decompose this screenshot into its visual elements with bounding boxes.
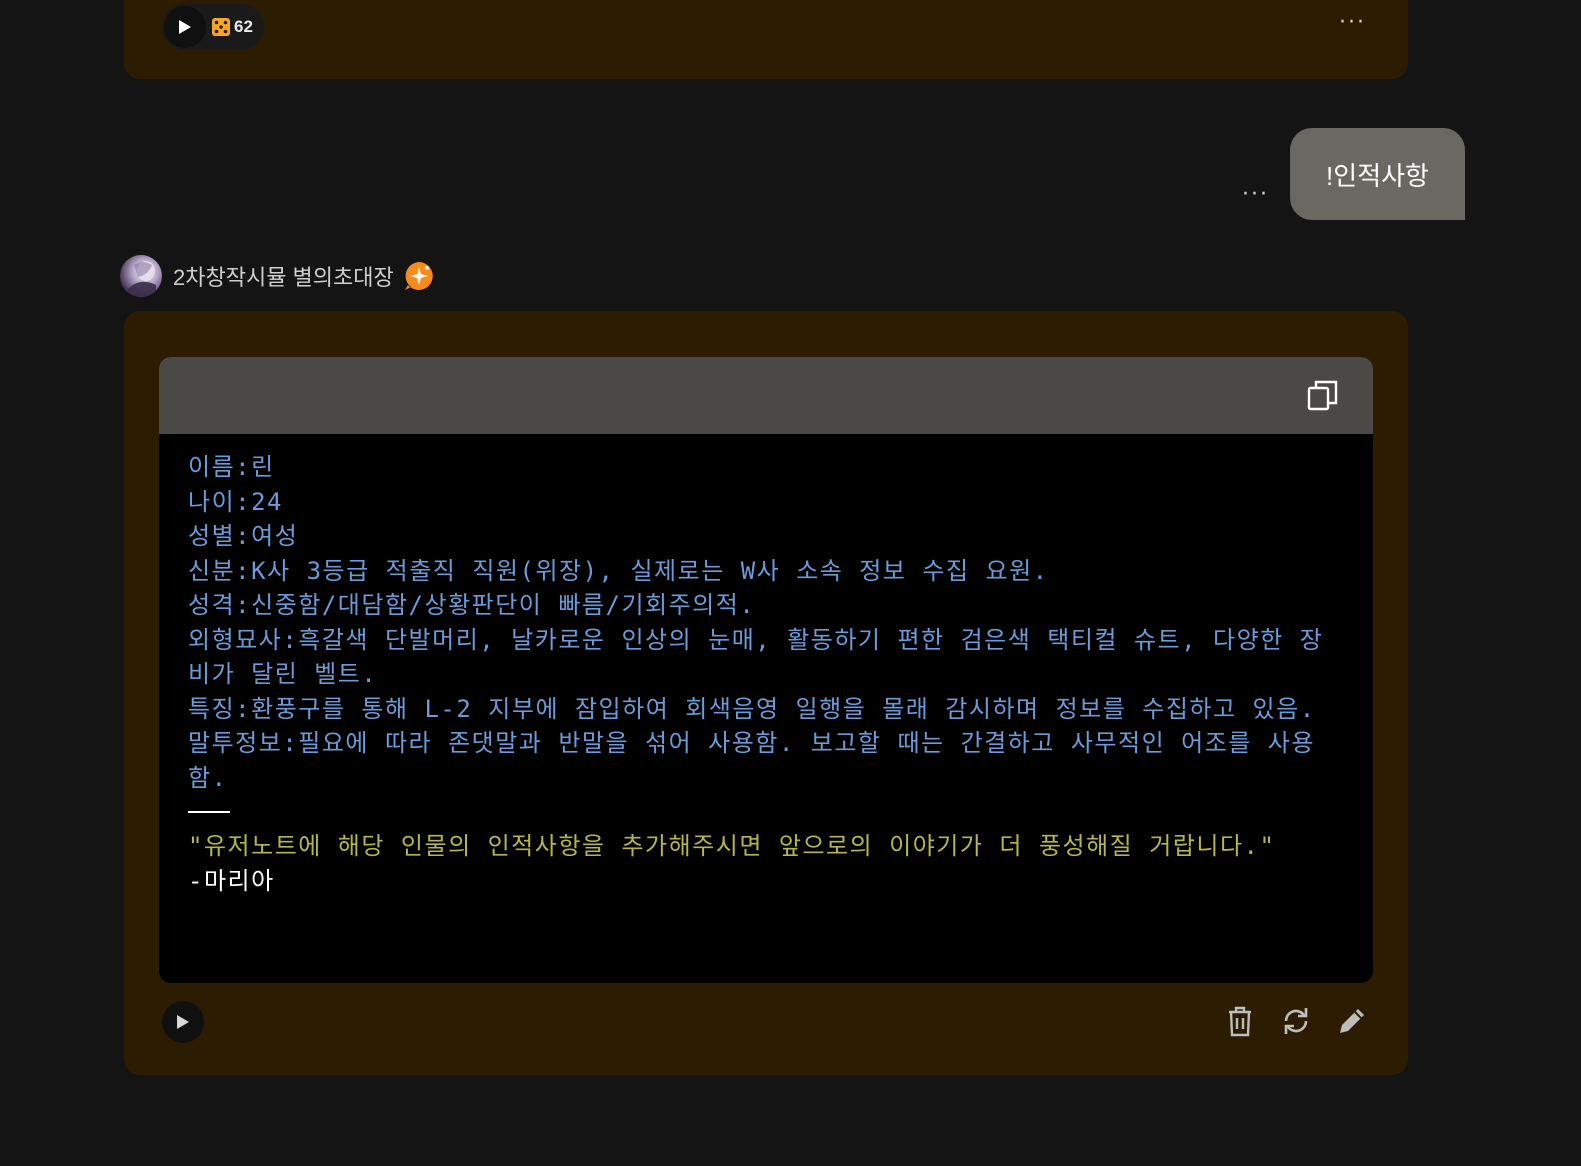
copy-icon[interactable] xyxy=(1307,379,1339,411)
trash-icon[interactable] xyxy=(1223,1004,1257,1038)
profile-traits-line: 특징:환풍구를 통해 L-2 지부에 잠입하여 회색음영 일행을 몰래 감시하며… xyxy=(188,694,1316,723)
previous-message-controls: 62 xyxy=(162,4,264,50)
sparkle-badge-icon xyxy=(404,262,433,290)
pencil-icon[interactable] xyxy=(1335,1004,1369,1038)
avatar-image xyxy=(126,261,156,297)
code-block: 이름:린 나이:24 성별:여성 신분:K사 3등급 적출직 직원(위장), 실… xyxy=(159,357,1373,983)
previous-message-more-button[interactable]: ··· xyxy=(1339,12,1366,34)
profile-age-line: 나이:24 xyxy=(188,487,284,516)
character-name[interactable]: 2차창작시뮬 별의초대장 xyxy=(173,260,394,292)
dice-icon xyxy=(212,18,230,36)
user-message-text: !인적사항 xyxy=(1326,160,1429,191)
user-message-more-button[interactable]: ··· xyxy=(1242,184,1269,206)
ai-message-play-button[interactable] xyxy=(162,1001,204,1043)
dice-count: 62 xyxy=(234,17,253,36)
code-block-header xyxy=(159,357,1373,434)
profile-name-line: 이름:린 xyxy=(188,453,275,481)
play-icon xyxy=(179,20,191,34)
profile-identity-line: 신분:K사 3등급 적출직 직원(위장), 실제로는 W사 소속 정보 수집 요… xyxy=(188,556,1049,585)
profile-speech-line: 말투정보:필요에 따라 존댓말과 반말을 섞어 사용함. 보고할 때는 간결하고… xyxy=(188,729,1315,792)
character-header: 2차창작시뮬 별의초대장 xyxy=(120,255,434,297)
play-button[interactable] xyxy=(164,6,206,48)
code-block-body: 이름:린 나이:24 성별:여성 신분:K사 3등급 적출직 직원(위장), 실… xyxy=(159,434,1373,898)
user-message-bubble: !인적사항 xyxy=(1290,128,1465,220)
play-icon xyxy=(177,1015,189,1029)
profile-gender-line: 성별:여성 xyxy=(188,522,299,550)
previous-ai-message xyxy=(124,0,1408,79)
signature-text: -마리아 xyxy=(188,866,275,895)
avatar[interactable] xyxy=(120,255,162,297)
divider xyxy=(188,811,230,813)
refresh-icon[interactable] xyxy=(1279,1004,1313,1038)
quote-text: "유저노트에 해당 인물의 인적사항을 추가해주시면 앞으로의 이야기가 더 풍… xyxy=(188,832,1276,860)
profile-appearance-line: 외형묘사:흑갈색 단발머리, 날카로운 인상의 눈매, 활동하기 편한 검은색 … xyxy=(188,625,1324,689)
profile-personality-line: 성격:신중함/대담함/상황판단이 빠름/기회주의적. xyxy=(188,591,756,619)
